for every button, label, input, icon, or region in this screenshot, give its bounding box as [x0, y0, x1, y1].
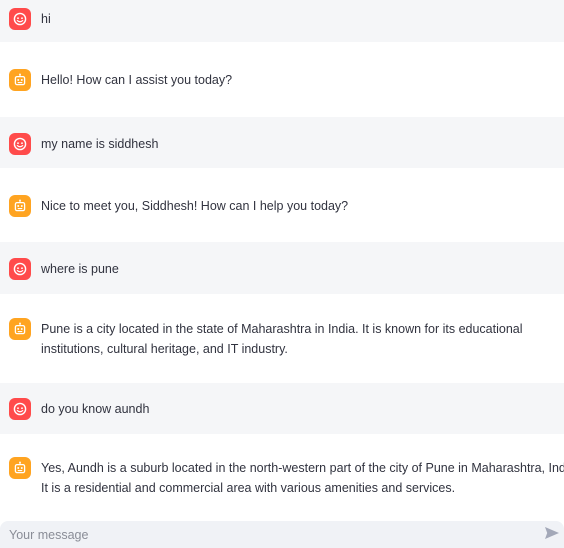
user-avatar-icon: [9, 398, 31, 420]
message-text: my name is siddhesh: [41, 133, 158, 154]
chat-input-bar: [0, 521, 564, 548]
message-line: Pune is a city located in the state of M…: [41, 322, 523, 336]
robot-icon: [9, 69, 31, 91]
message-text: where is pune: [41, 258, 119, 279]
robot-icon: [9, 318, 31, 340]
chat-message-user: do you know aundh: [0, 383, 564, 434]
message-line: my name is siddhesh: [41, 137, 159, 151]
message-line: where is pune: [41, 262, 119, 276]
message-line: do you know aundh: [41, 402, 150, 416]
chat-message-assistant: Pune is a city located in the state of M…: [0, 294, 564, 383]
chat-message-assistant: Hello! How can I assist you today?: [0, 42, 564, 117]
message-text: Hello! How can I assist you today?: [41, 69, 232, 90]
robot-icon: [9, 195, 31, 217]
message-text: Yes, Aundh is a suburb located in the no…: [41, 457, 564, 498]
message-line: hi: [41, 12, 51, 26]
chat-message-user: where is pune: [0, 242, 564, 294]
message-text: do you know aundh: [41, 398, 149, 419]
user-avatar-icon: [9, 258, 31, 280]
chat-message-assistant: Nice to meet you, Siddhesh! How can I he…: [0, 168, 564, 242]
message-line: It is a residential and commercial area …: [41, 481, 456, 495]
message-text: Pune is a city located in the state of M…: [41, 318, 523, 359]
chat-message-user: hi: [0, 0, 564, 42]
message-text: hi: [41, 8, 51, 29]
send-button[interactable]: [542, 525, 562, 545]
user-avatar-icon: [9, 8, 31, 30]
message-line: Yes, Aundh is a suburb located in the no…: [41, 461, 564, 475]
chat-container: hi Hello! How can I assist you today? my…: [0, 0, 564, 548]
user-avatar-icon: [9, 133, 31, 155]
send-arrow-icon: [544, 526, 560, 545]
message-line: Hello! How can I assist you today?: [41, 73, 233, 87]
chat-message-assistant: Yes, Aundh is a suburb located in the no…: [0, 434, 564, 521]
message-input[interactable]: [0, 521, 520, 548]
message-text: Nice to meet you, Siddhesh! How can I he…: [41, 195, 348, 216]
message-line: institutions, cultural heritage, and IT …: [41, 342, 288, 356]
message-line: Nice to meet you, Siddhesh! How can I he…: [41, 199, 349, 213]
chat-message-user: my name is siddhesh: [0, 117, 564, 168]
robot-icon: [9, 457, 31, 479]
